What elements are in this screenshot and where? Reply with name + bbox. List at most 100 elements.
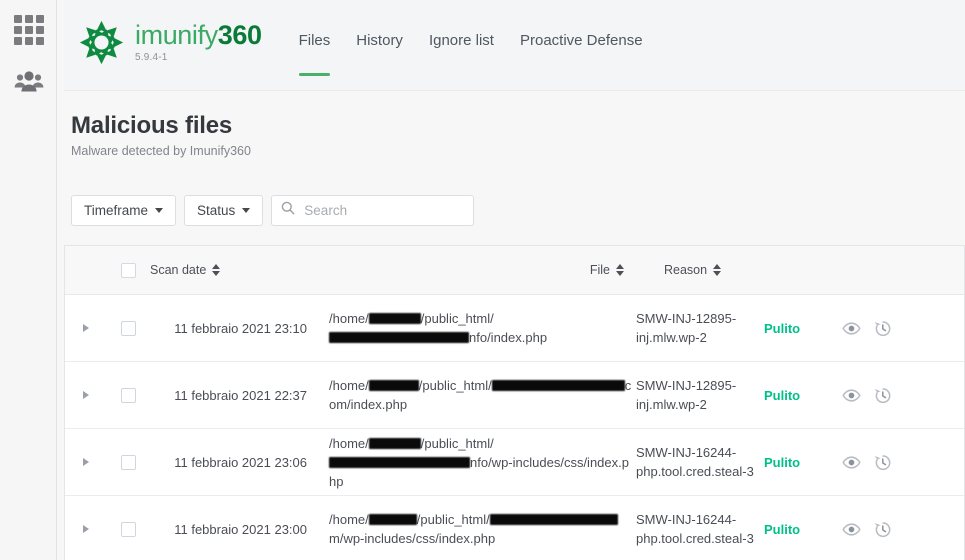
chevron-right-icon[interactable] (82, 391, 89, 399)
restore-icon[interactable] (873, 520, 892, 539)
search-box[interactable] (271, 195, 475, 226)
cell-file: /home//public_html/com/index.php (313, 376, 632, 414)
redacted-username (368, 437, 421, 449)
file-path-middle: /public_html/ (420, 435, 494, 451)
chevron-right-icon[interactable] (82, 525, 89, 533)
row-checkbox[interactable] (120, 521, 136, 537)
brand-version: 5.9.4-1 (135, 52, 168, 63)
status-dropdown-button[interactable]: Status (184, 195, 264, 226)
people-icon (14, 70, 44, 98)
file-path-suffix: nfo/index.php (469, 330, 548, 345)
header-reason[interactable]: Reason (632, 261, 754, 280)
row-select-cell (106, 320, 150, 336)
cell-reason: SMW-INJ-16244-php.tool.cred.steal-3 (636, 445, 754, 479)
tab-ignore-list[interactable]: Ignore list (416, 32, 507, 76)
table-row[interactable]: 11 febbraio 2021 23:06/home/ /public_html… (65, 429, 964, 496)
apps-grid-icon (13, 15, 44, 45)
restore-icon[interactable] (873, 453, 892, 472)
row-checkbox[interactable] (120, 320, 136, 336)
tab-history[interactable]: History (343, 32, 416, 76)
table-row[interactable]: 11 febbraio 2021 22:37/home/ /public_html… (65, 362, 964, 429)
page-subtitle: Malware detected by Imunify360 (71, 144, 251, 158)
select-all-checkbox[interactable] (120, 262, 136, 278)
tab-underline (429, 73, 494, 76)
row-select-cell (106, 454, 150, 470)
tab-proactive-defense[interactable]: Proactive Defense (507, 32, 656, 76)
header-file-label: File (589, 262, 610, 277)
row-select-cell (106, 521, 150, 537)
cell-file: /home/ /public_html/m/wp-includes/css/ind… (313, 510, 632, 548)
cell-actions (832, 386, 964, 405)
row-select-cell (106, 387, 150, 403)
tab-proactive-defense-label: Proactive Defense (519, 32, 643, 49)
cell-scan-date: 11 febbraio 2021 23:00 (174, 521, 307, 537)
cell-scan-date: 11 febbraio 2021 22:37 (174, 387, 307, 403)
cell-status: Pulito (754, 455, 832, 470)
tab-active-underline (298, 73, 331, 76)
eye-icon[interactable] (842, 453, 861, 472)
redacted-domain (329, 332, 469, 343)
eye-icon[interactable] (842, 319, 861, 338)
cell-actions (832, 520, 964, 539)
main-area: imunify360 5.9.4-1 Files History Ignore … (57, 0, 965, 560)
brand-wordmark: imunify360 (135, 20, 262, 50)
status-label: Status (197, 203, 236, 218)
row-expand-cell (65, 458, 106, 466)
table-row[interactable]: 11 febbraio 2021 23:10/home/ /public_html… (65, 295, 964, 362)
restore-icon[interactable] (873, 319, 892, 338)
cell-status: Pulito (754, 321, 832, 336)
chevron-right-icon[interactable] (82, 324, 89, 332)
page-heading: Malicious files Malware detected by Imun… (64, 112, 964, 158)
table-header-row: Scan date File Reason (65, 246, 964, 295)
table-body: 11 febbraio 2021 23:10/home/ /public_html… (65, 295, 964, 560)
file-path-prefix: /home/ (329, 512, 369, 527)
sort-icon[interactable] (616, 264, 624, 276)
tab-history-label: History (356, 32, 403, 49)
main-tabs: Files History Ignore list Proactive Defe… (286, 0, 656, 76)
row-checkbox[interactable] (120, 387, 136, 403)
table-row[interactable]: 11 febbraio 2021 23:00/home/ /public_html… (65, 496, 964, 560)
sort-icon[interactable] (713, 264, 722, 276)
header-scan-date-label: Scan date (150, 263, 207, 277)
cell-file: /home/ /public_html/nfo/index.php (313, 309, 632, 347)
eye-icon[interactable] (842, 386, 861, 405)
file-path-prefix: /home/ (329, 435, 369, 451)
chevron-right-icon[interactable] (82, 458, 89, 466)
tab-files-label: Files (298, 32, 331, 49)
tab-ignore-list-label: Ignore list (428, 32, 494, 49)
row-expand-cell (65, 391, 106, 399)
status-badge: Pulito (764, 387, 801, 403)
restore-icon[interactable] (873, 386, 892, 405)
cell-scan-date: 11 febbraio 2021 23:06 (174, 454, 307, 470)
imunify-logo-icon (78, 19, 125, 66)
malicious-files-table: Scan date File Reason 11 febbraio 2021 2… (64, 245, 965, 560)
sort-icon[interactable] (212, 264, 221, 276)
file-path-middle: /public_html/ (418, 378, 492, 393)
brand-word-bold: 360 (217, 20, 262, 50)
redacted-username (368, 313, 421, 324)
cell-status: Pulito (754, 388, 832, 403)
select-all-cell (106, 262, 150, 278)
cell-actions (832, 453, 964, 472)
timeframe-label: Timeframe (84, 203, 149, 218)
status-badge: Pulito (764, 454, 801, 470)
header-file[interactable]: File (313, 261, 632, 280)
tab-files[interactable]: Files (286, 32, 344, 76)
cell-status: Pulito (754, 522, 832, 537)
chevron-down-icon (242, 208, 251, 213)
left-rail (0, 0, 57, 560)
file-path-prefix: /home/ (329, 311, 369, 326)
brand: imunify360 5.9.4-1 (78, 0, 262, 66)
file-path-middle: /public_html/ (416, 512, 490, 527)
cell-actions (832, 319, 964, 338)
eye-icon[interactable] (842, 520, 861, 539)
timeframe-dropdown-button[interactable]: Timeframe (71, 195, 177, 226)
rail-item-apps[interactable] (0, 3, 57, 57)
row-checkbox[interactable] (120, 454, 136, 470)
search-input[interactable] (302, 202, 465, 219)
status-badge: Pulito (764, 320, 801, 336)
file-path-prefix: /home/ (329, 378, 369, 393)
redacted-domain (491, 380, 625, 391)
rail-item-users[interactable] (0, 57, 57, 111)
header-scan-date[interactable]: Scan date (150, 263, 313, 277)
